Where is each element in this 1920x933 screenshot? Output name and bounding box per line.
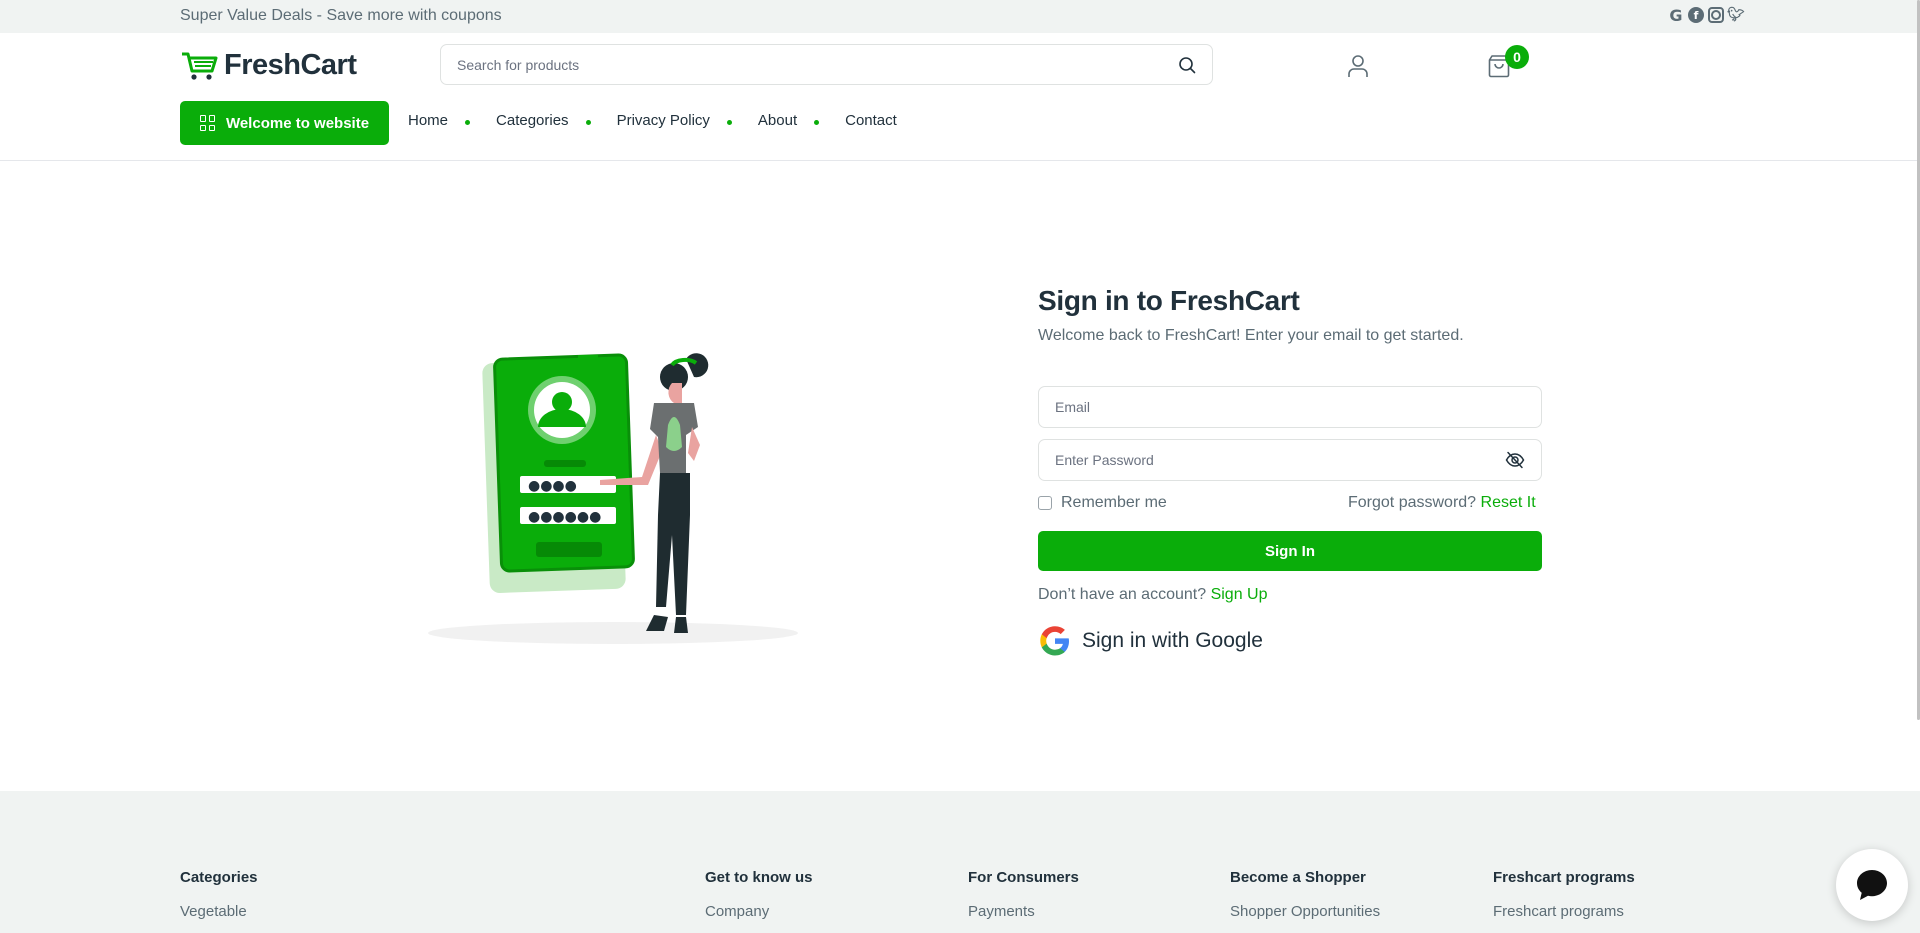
footer-heading: Freshcart programs	[1493, 869, 1635, 886]
signup-prompt: Don’t have an account? Sign Up	[1038, 586, 1268, 604]
remember-me[interactable]: Remember me	[1038, 494, 1167, 512]
nav-item-privacy-policy[interactable]: Privacy Policy	[617, 112, 710, 129]
nav-separator-dot	[814, 120, 820, 125]
footer-column-become-a-shopper: Become a Shopper Shopper Opportunities	[1230, 869, 1380, 920]
instagram-icon[interactable]	[1708, 7, 1724, 23]
footer-column-categories: Categories Vegetable	[180, 869, 258, 920]
reset-link[interactable]: Reset It	[1481, 494, 1536, 511]
google-signin-button[interactable]: Sign in with Google	[1038, 624, 1263, 658]
footer-link[interactable]: Payments	[968, 903, 1079, 920]
no-account-text: Don’t have an account?	[1038, 586, 1207, 603]
footer-heading: Become a Shopper	[1230, 869, 1366, 886]
site-logo[interactable]: FreshCart	[180, 49, 357, 82]
footer-heading: Get to know us	[705, 869, 813, 886]
cart-count-badge: 0	[1505, 45, 1529, 69]
eye-slash-icon[interactable]	[1505, 450, 1525, 470]
footer-column-freshcart-programs: Freshcart programs Freshcart programs	[1493, 869, 1635, 920]
forgot-text: Forgot password?	[1348, 494, 1477, 511]
nav-separator-dot	[465, 120, 471, 125]
top-bar: Super Value Deals - Save more with coupo…	[0, 0, 1920, 33]
nav-separator-dot	[585, 120, 591, 125]
welcome-button[interactable]: Welcome to website	[180, 101, 389, 145]
footer-column-for-consumers: For Consumers Payments	[968, 869, 1079, 920]
sign-in-button[interactable]: Sign In	[1038, 531, 1542, 571]
signin-header: Sign in to FreshCart Welcome back to Fre…	[1038, 285, 1542, 345]
footer-link[interactable]: Vegetable	[180, 903, 258, 920]
grid-icon	[199, 115, 216, 131]
password-field[interactable]: Enter Password	[1038, 439, 1542, 481]
social-links: G f 🐦︎	[1668, 6, 1745, 25]
google-logo-icon	[1040, 626, 1069, 656]
search-placeholder: Search for products	[457, 56, 580, 73]
search-input[interactable]: Search for products	[440, 44, 1213, 85]
svg-text:●●●●●●: ●●●●●●	[528, 509, 601, 525]
cart-button[interactable]: 0	[1488, 45, 1532, 84]
logo-text: FreshCart	[224, 49, 357, 81]
main-nav: Home Categories Privacy Policy About Con…	[408, 112, 897, 129]
twitter-icon[interactable]: 🐦︎	[1727, 7, 1745, 23]
forgot-password: Forgot password? Reset It	[1348, 494, 1536, 512]
site-footer: Categories Vegetable Get to know us Comp…	[0, 791, 1920, 933]
page-subtitle: Welcome back to FreshCart! Enter your em…	[1038, 327, 1464, 344]
facebook-icon[interactable]: f	[1688, 7, 1704, 23]
remember-label: Remember me	[1061, 494, 1167, 511]
email-field[interactable]: Email	[1038, 386, 1542, 428]
search-icon[interactable]	[1178, 56, 1196, 74]
footer-link[interactable]: Company	[705, 903, 813, 920]
welcome-button-label: Welcome to website	[225, 114, 370, 132]
google-signin-label: Sign in with Google	[1082, 629, 1263, 652]
nav-item-contact[interactable]: Contact	[845, 112, 897, 129]
login-illustration: ●●●● ●●●●●●	[428, 353, 798, 644]
nav-item-about[interactable]: About	[758, 112, 797, 129]
google-icon[interactable]: G	[1668, 6, 1684, 25]
footer-link[interactable]: Shopper Opportunities	[1230, 903, 1380, 920]
site-header: FreshCart Search for products 0 Welcome …	[0, 33, 1920, 161]
promo-text: Super Value Deals - Save more with coupo…	[180, 7, 502, 24]
chat-bubble-icon	[1857, 870, 1887, 900]
password-placeholder: Enter Password	[1055, 452, 1154, 468]
svg-text:●●●●: ●●●●	[528, 478, 577, 494]
nav-item-categories[interactable]: Categories	[496, 112, 569, 129]
remember-checkbox[interactable]	[1038, 496, 1052, 510]
footer-heading: Categories	[180, 869, 258, 886]
chat-button[interactable]	[1836, 849, 1908, 921]
footer-link[interactable]: Freshcart programs	[1493, 903, 1635, 920]
footer-column-get-to-know-us: Get to know us Company	[705, 869, 813, 920]
page-title: Sign in to FreshCart	[1038, 285, 1300, 316]
nav-separator-dot	[726, 120, 732, 125]
signup-link[interactable]: Sign Up	[1211, 586, 1268, 603]
nav-item-home[interactable]: Home	[408, 112, 448, 129]
user-icon[interactable]	[1347, 54, 1369, 78]
footer-heading: For Consumers	[968, 869, 1079, 886]
email-placeholder: Email	[1055, 399, 1091, 415]
cart-logo-icon	[182, 52, 218, 80]
